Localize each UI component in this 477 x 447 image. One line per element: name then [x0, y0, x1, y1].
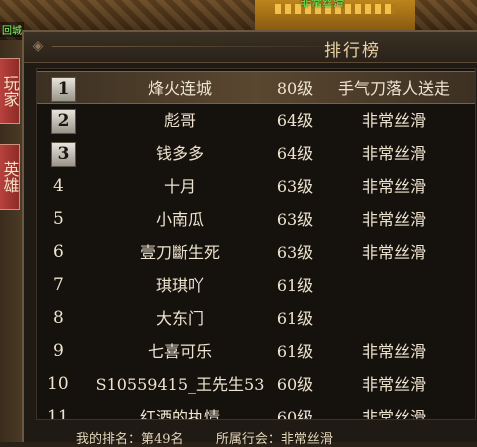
rank-number: 9	[53, 341, 64, 361]
player-guild: 非常丝滑	[361, 210, 426, 229]
rank-number: 8	[53, 308, 64, 328]
rank-number: 4	[53, 176, 64, 196]
list-item[interactable]: 1 烽火连城 80级 手气刀落人送走	[37, 71, 475, 104]
player-guild: 非常丝滑	[361, 375, 426, 394]
player-guild	[329, 302, 459, 335]
player-guild: 非常丝滑	[361, 177, 426, 196]
my-guild-value: 非常丝滑	[280, 432, 333, 447]
player-level: 63级	[276, 177, 314, 196]
player-level: 61级	[276, 309, 314, 328]
ornament-icon: ◈	[32, 38, 44, 54]
tab-players[interactable]: 玩家	[0, 58, 20, 124]
list-item[interactable]: 2 彪哥 64级 非常丝滑	[37, 104, 475, 137]
my-rank-footer: 我的排名：第49名 所属行会：非常丝滑	[76, 428, 333, 447]
header-divider	[52, 46, 332, 47]
player-name: 小南瓜	[155, 210, 204, 229]
player-guild: 非常丝滑	[361, 111, 426, 130]
rank-number: 5	[53, 209, 64, 229]
player-guild: 手气刀落人送走	[337, 79, 450, 98]
player-level: 63级	[276, 243, 314, 262]
leaderboard-panel: ◈ 排行榜 1 烽火连城 80级 手气刀落人送走 2 彪哥 64级 非常丝滑 3…	[22, 30, 477, 447]
rank-badge: 1	[51, 77, 76, 102]
list-item[interactable]: 5 小南瓜 63级 非常丝滑	[37, 203, 475, 236]
player-level: 80级	[276, 79, 314, 98]
player-guild: 非常丝滑	[361, 144, 426, 163]
rank-badge: 2	[51, 109, 76, 134]
player-name: 大东门	[155, 309, 204, 328]
player-name: 彪哥	[163, 111, 196, 130]
my-guild-label: 所属行会：	[215, 432, 281, 447]
rank-badge: 3	[51, 142, 76, 167]
player-name: 壹刀斷生死	[139, 243, 220, 262]
player-name: 烽火连城	[147, 79, 212, 98]
rank-number: 11	[47, 407, 69, 420]
my-rank-value: 第49名	[141, 432, 184, 447]
player-name: 钱多多	[155, 144, 204, 163]
list-item[interactable]: 6 壹刀斷生死 63级 非常丝滑	[37, 236, 475, 269]
list-item[interactable]: 10 S10559415_王先生53 60级 非常丝滑	[37, 368, 475, 401]
list-item[interactable]: 4 十月 63级 非常丝滑	[37, 170, 475, 203]
player-name: 七喜可乐	[147, 342, 212, 361]
return-city-label[interactable]: 回城	[0, 22, 24, 37]
player-level: 61级	[276, 342, 314, 361]
list-item[interactable]: 11 红酒的执情 60级 非常丝滑	[37, 401, 475, 420]
rank-number: 10	[47, 374, 69, 394]
list-item[interactable]: 3 钱多多 64级 非常丝滑	[37, 137, 475, 170]
list-item[interactable]: 9 七喜可乐 61级 非常丝滑	[37, 335, 475, 368]
player-guild: 非常丝滑	[361, 408, 426, 420]
player-level: 60级	[276, 375, 314, 394]
panel-header: ◈ 排行榜	[24, 32, 477, 63]
player-guild: 非常丝滑	[361, 342, 426, 361]
player-level: 64级	[276, 144, 314, 163]
player-guild: 非常丝滑	[361, 243, 426, 262]
player-level: 61级	[276, 276, 314, 295]
ranking-list[interactable]: 1 烽火连城 80级 手气刀落人送走 2 彪哥 64级 非常丝滑 3 钱多多 6…	[36, 68, 476, 420]
player-level: 64级	[276, 111, 314, 130]
world-guild-banner: 非常丝滑	[300, 0, 344, 9]
player-level: 60级	[276, 408, 314, 420]
panel-title: 排行榜	[324, 41, 381, 61]
player-name: 琪琪吖	[155, 276, 204, 295]
tab-heroes[interactable]: 英雄	[0, 144, 20, 210]
player-name: 十月	[163, 177, 196, 196]
rank-number: 7	[53, 275, 64, 295]
list-item[interactable]: 8 大东门 61级	[37, 302, 475, 335]
player-name: 红酒的执情	[139, 408, 220, 420]
player-name: S10559415_王先生53	[95, 375, 265, 394]
my-rank-label: 我的排名：	[76, 432, 142, 447]
rank-number: 6	[53, 242, 64, 262]
player-level: 63级	[276, 210, 314, 229]
player-guild	[329, 269, 459, 302]
list-item[interactable]: 7 琪琪吖 61级	[37, 269, 475, 302]
